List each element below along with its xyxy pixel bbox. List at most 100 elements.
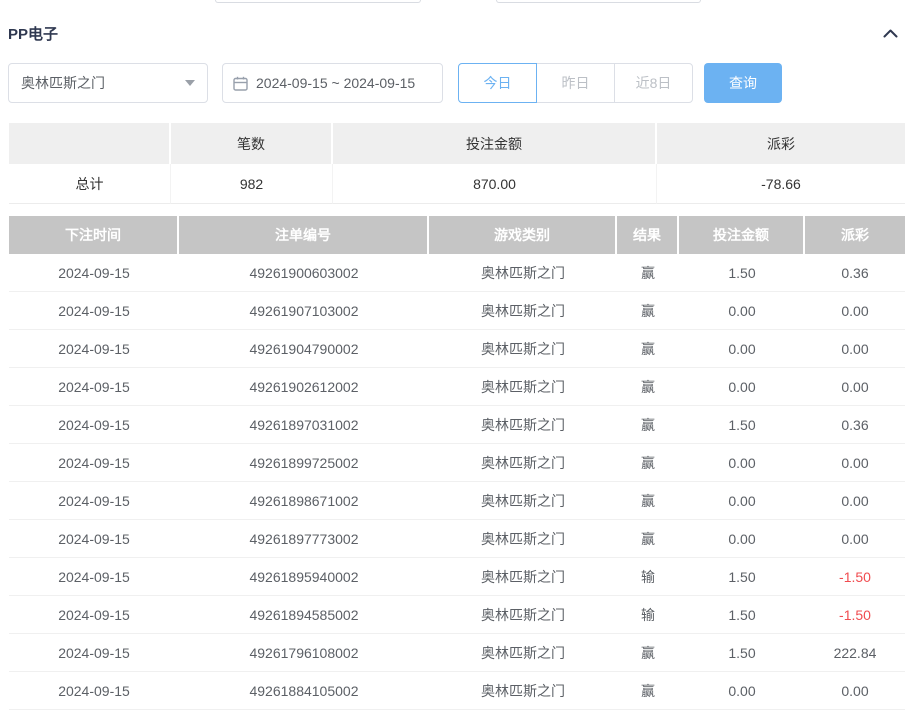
cell-bet-time: 2024-09-15 [9,672,179,710]
cell-bet-amount: 1.50 [679,634,805,672]
table-row-partial [9,710,905,720]
cell-game-type: 奥林匹斯之门 [429,634,617,672]
cell-bet-amount: 0.00 [679,482,805,520]
cell-payout: 0.00 [805,292,905,330]
summary-header-count: 笔数 [171,123,333,164]
col-header-order-id: 注单编号 [179,216,429,254]
cell-bet-amount: 0.00 [679,368,805,406]
cell-result: 赢 [617,406,679,444]
date-range-value: 2024-09-15 ~ 2024-09-15 [256,75,416,91]
cell-game-type: 奥林匹斯之门 [429,292,617,330]
cell-order-id: 49261895940002 [179,558,429,596]
filter-bar: 奥林匹斯之门 2024-09-15 ~ 2024-09-15 今日 昨日 近8日… [8,63,782,103]
cell-bet-amount: 0.00 [679,672,805,710]
cell-result: 赢 [617,634,679,672]
table-row: 2024-09-15 49261902612002 奥林匹斯之门 赢 0.00 … [9,368,905,406]
cell-bet-time: 2024-09-15 [9,444,179,482]
cell-game-type: 奥林匹斯之门 [429,368,617,406]
col-header-bet-time: 下注时间 [9,216,179,254]
table-row: 2024-09-15 49261904790002 奥林匹斯之门 赢 0.00 … [9,330,905,368]
table-row: 2024-09-15 49261895940002 奥林匹斯之门 输 1.50 … [9,558,905,596]
col-header-result: 结果 [617,216,679,254]
table-row: 2024-09-15 49261897031002 奥林匹斯之门 赢 1.50 … [9,406,905,444]
cell-order-id: 49261884105002 [179,672,429,710]
bet-table: 下注时间 注单编号 游戏类别 结果 投注金额 派彩 2024-09-15 492… [9,216,905,720]
cutoff-input-top-left [215,0,421,3]
cell-result: 赢 [617,368,679,406]
summary-payout: -78.66 [657,164,905,204]
cell-bet-amount: 1.50 [679,254,805,292]
game-select[interactable]: 奥林匹斯之门 [8,63,208,103]
cell-payout: 0.00 [805,672,905,710]
cell-bet-amount: 1.50 [679,596,805,634]
table-row: 2024-09-15 49261894585002 奥林匹斯之门 输 1.50 … [9,596,905,634]
cell-bet-amount: 0.00 [679,292,805,330]
cell-game-type: 奥林匹斯之门 [429,520,617,558]
summary-total-row: 总计 982 870.00 -78.66 [9,164,905,204]
cell-result: 赢 [617,254,679,292]
cell-bet-time: 2024-09-15 [9,292,179,330]
cell-game-type: 奥林匹斯之门 [429,482,617,520]
cell-payout: 0.00 [805,444,905,482]
game-select-value: 奥林匹斯之门 [21,75,105,91]
table-row: 2024-09-15 49261897773002 奥林匹斯之门 赢 0.00 … [9,520,905,558]
cell-game-type: 奥林匹斯之门 [429,406,617,444]
bet-table-body: 2024-09-15 49261900603002 奥林匹斯之门 赢 1.50 … [9,254,905,710]
cell-order-id: 49261897773002 [179,520,429,558]
cell-order-id: 49261899725002 [179,444,429,482]
collapse-button[interactable] [883,29,898,38]
cell-bet-amount: 0.00 [679,520,805,558]
cell-bet-time: 2024-09-15 [9,558,179,596]
cell-bet-time: 2024-09-15 [9,482,179,520]
quick-button-yesterday[interactable]: 昨日 [536,63,615,103]
search-button[interactable]: 查询 [704,63,782,103]
cell-bet-time: 2024-09-15 [9,330,179,368]
cell-bet-amount: 0.00 [679,444,805,482]
table-row: 2024-09-15 49261899725002 奥林匹斯之门 赢 0.00 … [9,444,905,482]
quick-button-today[interactable]: 今日 [458,63,537,103]
cell-payout: 0.36 [805,406,905,444]
col-header-game-type: 游戏类别 [429,216,617,254]
cell-result: 输 [617,558,679,596]
date-range-input[interactable]: 2024-09-15 ~ 2024-09-15 [222,63,443,103]
chevron-down-icon [185,80,195,86]
cell-bet-time: 2024-09-15 [9,520,179,558]
cell-order-id: 49261902612002 [179,368,429,406]
bet-table-header: 下注时间 注单编号 游戏类别 结果 投注金额 派彩 [9,216,905,254]
cutoff-input-top-right [496,0,701,3]
cell-order-id: 49261897031002 [179,406,429,444]
cell-order-id: 49261900603002 [179,254,429,292]
cell-game-type: 奥林匹斯之门 [429,444,617,482]
cell-result: 输 [617,596,679,634]
cell-game-type: 奥林匹斯之门 [429,596,617,634]
cell-payout: 0.36 [805,254,905,292]
cell-bet-time: 2024-09-15 [9,254,179,292]
cell-result: 赢 [617,292,679,330]
cell-order-id: 49261898671002 [179,482,429,520]
table-row: 2024-09-15 49261884105002 奥林匹斯之门 赢 0.00 … [9,672,905,710]
cell-payout: 222.84 [805,634,905,672]
table-row: 2024-09-15 49261900603002 奥林匹斯之门 赢 1.50 … [9,254,905,292]
summary-bet-amount: 870.00 [333,164,657,204]
cell-payout: 0.00 [805,330,905,368]
cell-bet-amount: 0.00 [679,330,805,368]
cell-order-id: 49261894585002 [179,596,429,634]
cell-payout: -1.50 [805,558,905,596]
table-row: 2024-09-15 49261907103002 奥林匹斯之门 赢 0.00 … [9,292,905,330]
col-header-bet-amount: 投注金额 [679,216,805,254]
cell-order-id: 49261796108002 [179,634,429,672]
cell-payout: 0.00 [805,520,905,558]
cell-bet-time: 2024-09-15 [9,368,179,406]
summary-header-row: 笔数 投注金额 派彩 [9,123,905,164]
cell-result: 赢 [617,520,679,558]
quick-button-last8days[interactable]: 近8日 [614,63,693,103]
summary-header-bet-amount: 投注金额 [333,123,657,164]
chevron-up-icon [883,29,898,37]
col-header-payout: 派彩 [805,216,905,254]
summary-table: 笔数 投注金额 派彩 总计 982 870.00 -78.66 [9,123,905,204]
cell-payout: -1.50 [805,596,905,634]
panel-title: PP电子 [8,25,59,43]
cell-result: 赢 [617,482,679,520]
cell-game-type: 奥林匹斯之门 [429,254,617,292]
cell-payout: 0.00 [805,368,905,406]
